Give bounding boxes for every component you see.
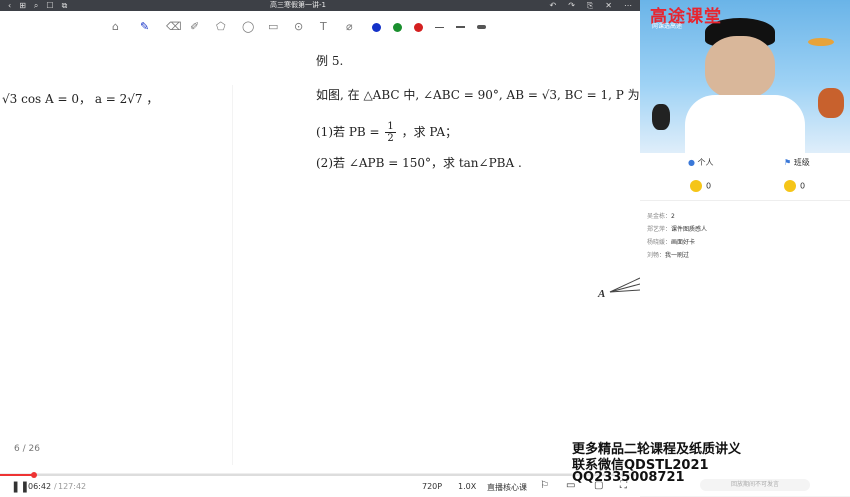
chat-message: 吴金栋：2 (647, 213, 675, 220)
stroke-thin-option[interactable] (435, 27, 444, 28)
search-icon[interactable]: ⌕ (34, 0, 38, 11)
panel-divider (640, 200, 850, 201)
laser-tool-icon[interactable]: ⌀ (346, 20, 353, 34)
point-a-label: A (598, 288, 606, 300)
teacher-face (705, 36, 775, 98)
person-icon: ● (688, 158, 695, 167)
column-divider (232, 85, 233, 465)
pen-tool-icon[interactable]: ✎ (140, 20, 149, 34)
time-current: 06:42 (28, 482, 52, 491)
side-tabs: ● 个人 ⚑ 班级 (640, 157, 850, 173)
color-green-swatch[interactable] (393, 23, 402, 32)
bubble-tool-icon[interactable]: ◯ (242, 20, 254, 34)
chat-input[interactable]: 回放期间不可发言 (700, 479, 810, 491)
robot-decoration (652, 104, 670, 130)
personal-coin-count: 0 (706, 181, 712, 191)
bookmark-icon[interactable]: ☐ (46, 0, 53, 11)
triangle-figure-partial (609, 277, 641, 293)
chat-message: 郑艺萍：课件图质感人 (647, 226, 708, 233)
speed-selector[interactable]: 1.0X (458, 482, 476, 491)
problem-statement: 如图, 在 △ABC 中, ∠ABC = 90°, AB = √3, BC = … (316, 88, 653, 102)
coin-icon (690, 180, 702, 192)
drawing-toolbar: ⌂ ✎ ⌫ ✐ ⬠ ◯ ▭ ⊙ T ⌀ (0, 11, 640, 43)
slide-page (0, 43, 640, 473)
tab-personal[interactable]: ● 个人 (688, 157, 714, 168)
undo-icon[interactable]: ↶ (549, 0, 556, 11)
flag-icon: ⚑ (784, 158, 792, 167)
coin-icon (784, 180, 796, 192)
fraction-denominator: 2 (387, 133, 394, 144)
part-2: (2)若 ∠APB = 150°，求 tan∠PBA . (316, 156, 522, 170)
color-red-swatch[interactable] (414, 23, 423, 32)
time-total: 127:42 (58, 482, 87, 491)
class-coin-count: 0 (800, 181, 806, 191)
page-indicator: 6 / 26 (14, 444, 40, 454)
playback-bar: ❚❚ 06:42 / 127:42 720P 1.0X 直播核心课 ⚐ ▭ ▢ … (0, 472, 640, 497)
stroke-thick-option[interactable] (477, 25, 486, 29)
color-blue-swatch[interactable] (372, 23, 381, 32)
progress-track[interactable] (0, 472, 640, 478)
mascot-decoration (818, 88, 844, 118)
mode-selector[interactable]: 直播核心课 (487, 482, 527, 493)
personal-coins: 0 (690, 180, 711, 192)
brush-tool-icon[interactable]: ✐ (190, 20, 199, 34)
part-1-suffix: ，求 PA； (401, 125, 458, 139)
example-title: 例 5. (316, 54, 344, 68)
tab-personal-label: 个人 (697, 158, 714, 167)
part-1-prefix: (1)若 PB = (316, 125, 380, 139)
class-coins: 0 (784, 180, 805, 192)
ufo-decoration (808, 38, 834, 46)
progress-handle[interactable] (30, 472, 37, 478)
teacher-shirt (685, 95, 805, 153)
back-icon[interactable]: ‹ (8, 0, 11, 11)
fraction: 1 2 (385, 121, 396, 144)
tab-class-label: 班级 (793, 158, 810, 167)
progress-fill (0, 474, 34, 476)
time-separator: / (54, 482, 57, 491)
redo-icon[interactable]: ↷ (568, 0, 575, 11)
select-tool-icon[interactable]: ⌂ (112, 20, 119, 34)
fraction-numerator: 1 (385, 121, 396, 133)
close-icon[interactable]: ✕ (605, 0, 612, 11)
share-icon[interactable]: ⧉ (62, 0, 68, 11)
stroke-medium-option[interactable] (456, 26, 465, 28)
bookmark-control-icon[interactable]: ⚐ (540, 480, 549, 491)
copy-icon[interactable]: ⎘ (587, 0, 593, 11)
eraser-tool-icon[interactable]: ⌫ (166, 20, 182, 34)
tab-class[interactable]: ⚑ 班级 (784, 157, 810, 168)
brand-slogan: 网课选高途 (652, 23, 683, 30)
image-tool-icon[interactable]: ▭ (268, 20, 278, 34)
chat-message: 刘畅：我一刷过 (647, 252, 690, 259)
left-equation: √3 cos A = 0， a = 2√7 ， (2, 92, 159, 106)
grid-icon[interactable]: ⊞ (19, 0, 26, 11)
window-title: 高三寒假第一讲-1 (270, 1, 326, 9)
quality-selector[interactable]: 720P (422, 482, 442, 491)
pause-icon[interactable]: ❚❚ (11, 480, 29, 493)
window-titlebar: ‹ ⊞ ⌕ ☐ ⧉ 高三寒假第一讲-1 ↶ ↷ ⎘ ✕ ⋯ (0, 0, 640, 11)
camera-tool-icon[interactable]: ⊙ (294, 20, 303, 34)
chat-message: 杨晓媛：画面好卡 (647, 239, 696, 246)
shape-tool-icon[interactable]: ⬠ (216, 20, 226, 34)
text-tool-icon[interactable]: T (320, 20, 327, 34)
watermark-line-3: QQ2335008721 (572, 470, 685, 485)
more-icon[interactable]: ⋯ (624, 0, 632, 11)
part-1: (1)若 PB = 1 2 ，求 PA； (316, 121, 457, 144)
